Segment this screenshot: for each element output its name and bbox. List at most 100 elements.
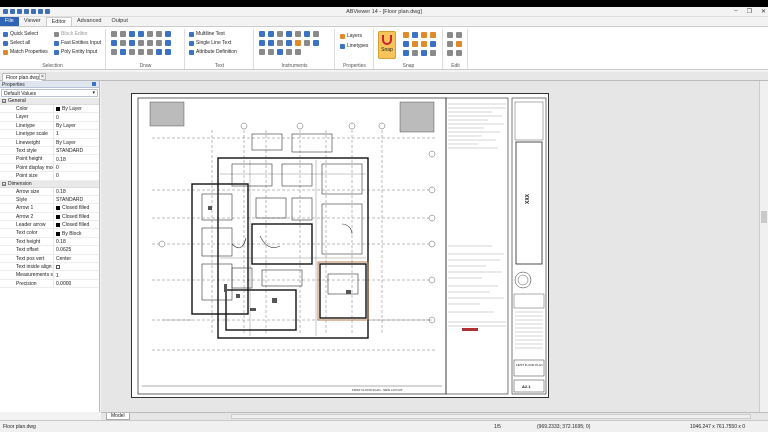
paste-block-icon[interactable]: [456, 41, 462, 47]
property-row[interactable]: Layer 0: [0, 113, 99, 122]
tab-viewer[interactable]: Viewer: [19, 17, 46, 26]
tab-editor[interactable]: Editor: [45, 17, 72, 26]
polygon-icon[interactable]: [165, 40, 171, 46]
drawing-sheet[interactable]: FIRST FLOOR PLAN - NEW LAYOUT XXX FIRST …: [131, 93, 549, 398]
attribute-definition-button[interactable]: Attribute Definition: [189, 49, 237, 55]
array-icon[interactable]: [304, 31, 310, 37]
spline-icon[interactable]: [111, 40, 117, 46]
align-icon[interactable]: [277, 49, 283, 55]
hatch-icon[interactable]: [120, 40, 126, 46]
fillet-icon[interactable]: [304, 40, 310, 46]
block-editor-button[interactable]: Block Editor: [54, 31, 88, 37]
property-value[interactable]: 1: [54, 130, 99, 137]
snap-node-icon[interactable]: [430, 32, 436, 38]
property-row[interactable]: Arrow size 0.18: [0, 187, 99, 196]
paste-icon[interactable]: [447, 41, 453, 47]
pen-icon[interactable]: [147, 40, 153, 46]
close-document-icon[interactable]: ×: [39, 73, 46, 80]
tab-file[interactable]: File: [0, 17, 19, 26]
property-row[interactable]: Text color By Block: [0, 229, 99, 238]
property-row[interactable]: Style STANDARD: [0, 195, 99, 205]
property-value[interactable]: By Layer: [54, 139, 99, 146]
measure-icon[interactable]: [295, 49, 301, 55]
scroll-thumb[interactable]: [761, 211, 767, 223]
delete-icon[interactable]: [447, 50, 453, 56]
property-row[interactable]: Linetype scale 1: [0, 130, 99, 139]
property-row[interactable]: Point height 0.18: [0, 155, 99, 164]
divide-icon[interactable]: [286, 49, 292, 55]
property-value[interactable]: 0.0625: [54, 246, 99, 253]
property-value[interactable]: Center: [54, 255, 99, 262]
property-value[interactable]: [54, 263, 99, 270]
vertical-scrollbar[interactable]: [759, 81, 768, 412]
snap-nearest-icon[interactable]: [412, 50, 418, 56]
property-value[interactable]: 0: [54, 113, 99, 121]
snap-extension-icon[interactable]: [430, 50, 436, 56]
poly-entity-input-button[interactable]: Poly Entity Input: [54, 49, 97, 55]
ole-icon[interactable]: [165, 49, 171, 55]
property-value[interactable]: Closed filled: [54, 221, 99, 228]
ellipse-icon[interactable]: [147, 31, 153, 37]
property-row[interactable]: Text style STANDARD: [0, 146, 99, 156]
trim-icon[interactable]: [259, 40, 265, 46]
scale-icon[interactable]: [286, 31, 292, 37]
circle-icon[interactable]: [129, 31, 135, 37]
property-row[interactable]: Point display mode0: [0, 163, 99, 173]
property-row[interactable]: Leader arrow Closed filled: [0, 221, 99, 230]
general-section[interactable]: − General: [0, 98, 99, 105]
copy-clipboard-icon[interactable]: [456, 32, 462, 38]
chamfer-icon[interactable]: [295, 40, 301, 46]
minimize-button[interactable]: –: [734, 8, 737, 15]
cut-icon[interactable]: [447, 32, 453, 38]
property-value[interactable]: 0.18: [54, 188, 99, 195]
undo-edit-icon[interactable]: [456, 50, 462, 56]
pin-icon[interactable]: [92, 82, 96, 86]
property-value[interactable]: 1: [54, 271, 99, 279]
property-value[interactable]: By Block: [54, 229, 99, 237]
mirror-icon[interactable]: [295, 31, 301, 37]
copy-icon[interactable]: [268, 31, 274, 37]
properties-dropdown[interactable]: Default Values ▾: [1, 89, 98, 97]
tab-output[interactable]: Output: [106, 17, 133, 26]
snap-intersection-icon[interactable]: [412, 41, 418, 47]
model-tab[interactable]: Model: [106, 413, 130, 420]
extend-icon[interactable]: [268, 40, 274, 46]
property-value[interactable]: 0: [54, 172, 99, 179]
close-button[interactable]: ✕: [761, 8, 766, 15]
dimension-section[interactable]: − Dimension: [0, 180, 99, 188]
property-row[interactable]: Precision 0.0000: [0, 279, 99, 289]
line-icon[interactable]: [111, 31, 117, 37]
linetypes-button[interactable]: Linetypes: [340, 43, 368, 49]
property-row[interactable]: Point size 0: [0, 172, 99, 181]
point-icon[interactable]: [156, 31, 162, 37]
offset-icon[interactable]: [313, 31, 319, 37]
property-row[interactable]: Color By Layer: [0, 105, 99, 114]
snap-perpendicular-icon[interactable]: [430, 41, 436, 47]
property-row[interactable]: Arrow 2 Closed filled: [0, 212, 99, 222]
lengthen-icon[interactable]: [268, 49, 274, 55]
pencil-icon[interactable]: [147, 49, 153, 55]
region-icon[interactable]: [129, 40, 135, 46]
document-tab[interactable]: Floor plan.dwg: [2, 73, 43, 81]
snap-parallel-icon[interactable]: [421, 50, 427, 56]
property-row[interactable]: Measurements scale1: [0, 271, 99, 280]
single-line-text-button[interactable]: Single Line Text: [189, 40, 231, 46]
property-value[interactable]: By Layer: [54, 105, 99, 112]
property-row[interactable]: Text offset 0.0625: [0, 246, 99, 255]
arc-icon[interactable]: [138, 31, 144, 37]
xline-icon[interactable]: [111, 49, 117, 55]
property-row[interactable]: Text pos vert Center: [0, 254, 99, 264]
ray-icon[interactable]: [138, 49, 144, 55]
property-value[interactable]: 0.0000: [54, 280, 99, 287]
fast-entities-input-button[interactable]: Fast Entities Input: [54, 40, 101, 46]
join-icon[interactable]: [286, 40, 292, 46]
property-row[interactable]: Linetype By Layer: [0, 121, 99, 131]
break-icon[interactable]: [313, 40, 319, 46]
collapse-icon[interactable]: −: [2, 181, 6, 186]
property-row[interactable]: Text inside align: [0, 263, 99, 272]
property-value[interactable]: 0: [54, 164, 99, 171]
select-all-button[interactable]: Select all: [3, 40, 30, 46]
insert-block-icon[interactable]: [120, 49, 126, 55]
grid-icon[interactable]: [156, 49, 162, 55]
snap-endpoint-icon[interactable]: [403, 32, 409, 38]
